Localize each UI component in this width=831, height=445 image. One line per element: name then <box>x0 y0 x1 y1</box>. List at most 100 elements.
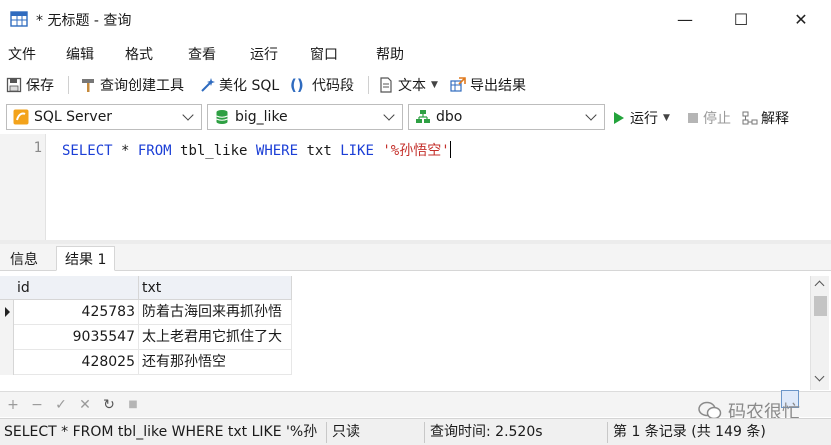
sql-token: * <box>112 143 138 159</box>
text-button[interactable]: 文本 ▼ <box>378 74 438 96</box>
status-readonly: 只读 <box>332 424 360 440</box>
beautify-sql-label: 美化 SQL <box>219 78 280 94</box>
maximize-button[interactable]: ☐ <box>713 0 769 38</box>
database-icon <box>214 109 230 125</box>
table-app-icon <box>10 10 28 28</box>
refresh-button[interactable]: ↻ <box>100 396 118 414</box>
query-builder-button[interactable]: 查询创建工具 <box>80 74 184 96</box>
schema-icon <box>415 109 431 125</box>
chevron-down-icon <box>182 109 194 121</box>
text-label: 文本 <box>398 78 426 94</box>
column-header-txt[interactable]: txt <box>139 276 292 300</box>
snippet-button[interactable]: () 代码段 <box>290 74 354 96</box>
delete-record-button[interactable]: − <box>28 396 46 414</box>
play-icon <box>614 112 624 124</box>
add-record-button[interactable]: + <box>4 396 22 414</box>
scroll-down-icon[interactable] <box>814 371 825 382</box>
cell-id[interactable]: 425783 <box>14 300 139 325</box>
chevron-down-icon <box>585 109 597 121</box>
save-label: 保存 <box>26 78 54 94</box>
current-row-arrow-icon <box>5 307 10 317</box>
export-grid-icon <box>450 77 466 93</box>
scrollbar-thumb[interactable] <box>814 296 827 316</box>
cell-txt[interactable]: 防着古海回来再抓孙悟 <box>139 300 292 325</box>
parentheses-icon: () <box>290 76 304 94</box>
table-row[interactable]: 428025 还有那孙悟空 <box>0 350 292 375</box>
beautify-sql-button[interactable]: 美化 SQL <box>199 74 279 96</box>
document-icon <box>378 77 394 93</box>
tab-info[interactable]: 信息 <box>2 246 46 271</box>
menu-help[interactable]: 帮助 <box>376 44 404 64</box>
toolbar-divider <box>68 76 69 94</box>
tab-result-1[interactable]: 结果 1 <box>56 246 116 271</box>
cell-txt[interactable]: 太上老君用它抓住了大 <box>139 325 292 350</box>
minimize-button[interactable]: — <box>657 0 713 38</box>
export-results-button[interactable]: 导出结果 <box>450 74 526 96</box>
status-record-count: 第 1 条记录 (共 149 条) <box>613 424 766 440</box>
status-sql-text: SELECT * FROM tbl_like WHERE txt LIKE '%… <box>4 424 318 440</box>
explain-button[interactable]: 解释 <box>742 108 789 128</box>
discard-changes-button[interactable]: ✕ <box>76 396 94 414</box>
status-divider <box>607 422 608 443</box>
menu-file[interactable]: 文件 <box>8 44 36 64</box>
sql-keyword: FROM <box>137 143 172 159</box>
row-indicator[interactable] <box>0 300 14 325</box>
database-select[interactable]: big_like <box>207 104 403 130</box>
window-title: * 无标题 - 查询 <box>36 13 132 29</box>
stop-icon <box>688 113 698 123</box>
row-indicator[interactable] <box>0 325 14 350</box>
schema-select[interactable]: dbo <box>408 104 605 130</box>
sql-keyword: SELECT <box>62 143 113 159</box>
connection-bar: SQL Server big_like dbo 运行 ▼ 停止 解释 <box>0 102 831 132</box>
export-results-label: 导出结果 <box>470 78 526 94</box>
apply-changes-button[interactable]: ✓ <box>52 396 70 414</box>
table-row[interactable]: 9035547 太上老君用它抓住了大 <box>0 325 292 350</box>
column-header-id[interactable]: id <box>14 276 139 300</box>
chevron-down-icon <box>383 109 395 121</box>
save-icon <box>6 77 22 93</box>
server-select-value: SQL Server <box>34 109 113 125</box>
close-button[interactable]: ✕ <box>773 0 829 38</box>
cell-id[interactable]: 9035547 <box>14 325 139 350</box>
status-bar: SELECT * FROM tbl_like WHERE txt LIKE '%… <box>0 418 831 445</box>
caret-down-icon: ▼ <box>431 80 438 90</box>
row-indicator[interactable] <box>0 350 14 375</box>
toolbar: 保存 查询创建工具 美化 SQL () 代码段 文本 ▼ 导出结果 <box>0 70 831 98</box>
line-number: 1 <box>33 140 42 156</box>
sql-table-name: tbl_like <box>171 143 256 159</box>
snippet-label: 代码段 <box>312 78 354 94</box>
server-select[interactable]: SQL Server <box>6 104 202 130</box>
sql-code-line[interactable]: SELECT * FROM tbl_like WHERE txt LIKE '%… <box>62 140 451 160</box>
schema-select-value: dbo <box>436 109 463 125</box>
menu-run[interactable]: 运行 <box>250 44 278 64</box>
menu-bar: 文件 编辑 格式 查看 运行 窗口 帮助 <box>0 40 831 66</box>
table-row[interactable]: 425783 防着古海回来再抓孙悟 <box>0 300 292 325</box>
sql-column-name: txt <box>298 143 341 159</box>
sql-string-literal: '%孙悟空' <box>382 143 450 159</box>
menu-format[interactable]: 格式 <box>125 44 153 64</box>
menu-edit[interactable]: 编辑 <box>66 44 94 64</box>
stop-loading-button[interactable]: ■ <box>124 396 142 414</box>
result-grid[interactable]: id txt 425783 防着古海回来再抓孙悟 9035547 太上老君用它抓… <box>0 276 810 390</box>
stop-label: 停止 <box>703 111 731 127</box>
menu-view[interactable]: 查看 <box>188 44 216 64</box>
query-builder-label: 查询创建工具 <box>100 78 184 94</box>
status-divider <box>326 422 327 443</box>
grid-vertical-scrollbar[interactable] <box>810 276 829 390</box>
grid-header: id txt <box>0 276 292 300</box>
magic-wand-icon <box>199 77 215 93</box>
result-tabs: 信息 结果 1 <box>0 244 831 271</box>
stop-button[interactable]: 停止 <box>688 108 731 128</box>
status-divider <box>424 422 425 443</box>
cell-txt[interactable]: 还有那孙悟空 <box>139 350 292 375</box>
scroll-up-icon[interactable] <box>814 280 825 291</box>
run-button[interactable]: 运行 ▼ <box>614 108 670 128</box>
explain-label: 解释 <box>761 111 789 127</box>
menu-window[interactable]: 窗口 <box>310 44 338 64</box>
run-label: 运行 <box>630 111 658 127</box>
status-query-time: 查询时间: 2.520s <box>430 424 543 440</box>
hammer-icon <box>80 77 96 93</box>
sql-editor[interactable]: 1 SELECT * FROM tbl_like WHERE txt LIKE … <box>0 134 831 240</box>
cell-id[interactable]: 428025 <box>14 350 139 375</box>
save-button[interactable]: 保存 <box>6 74 54 96</box>
